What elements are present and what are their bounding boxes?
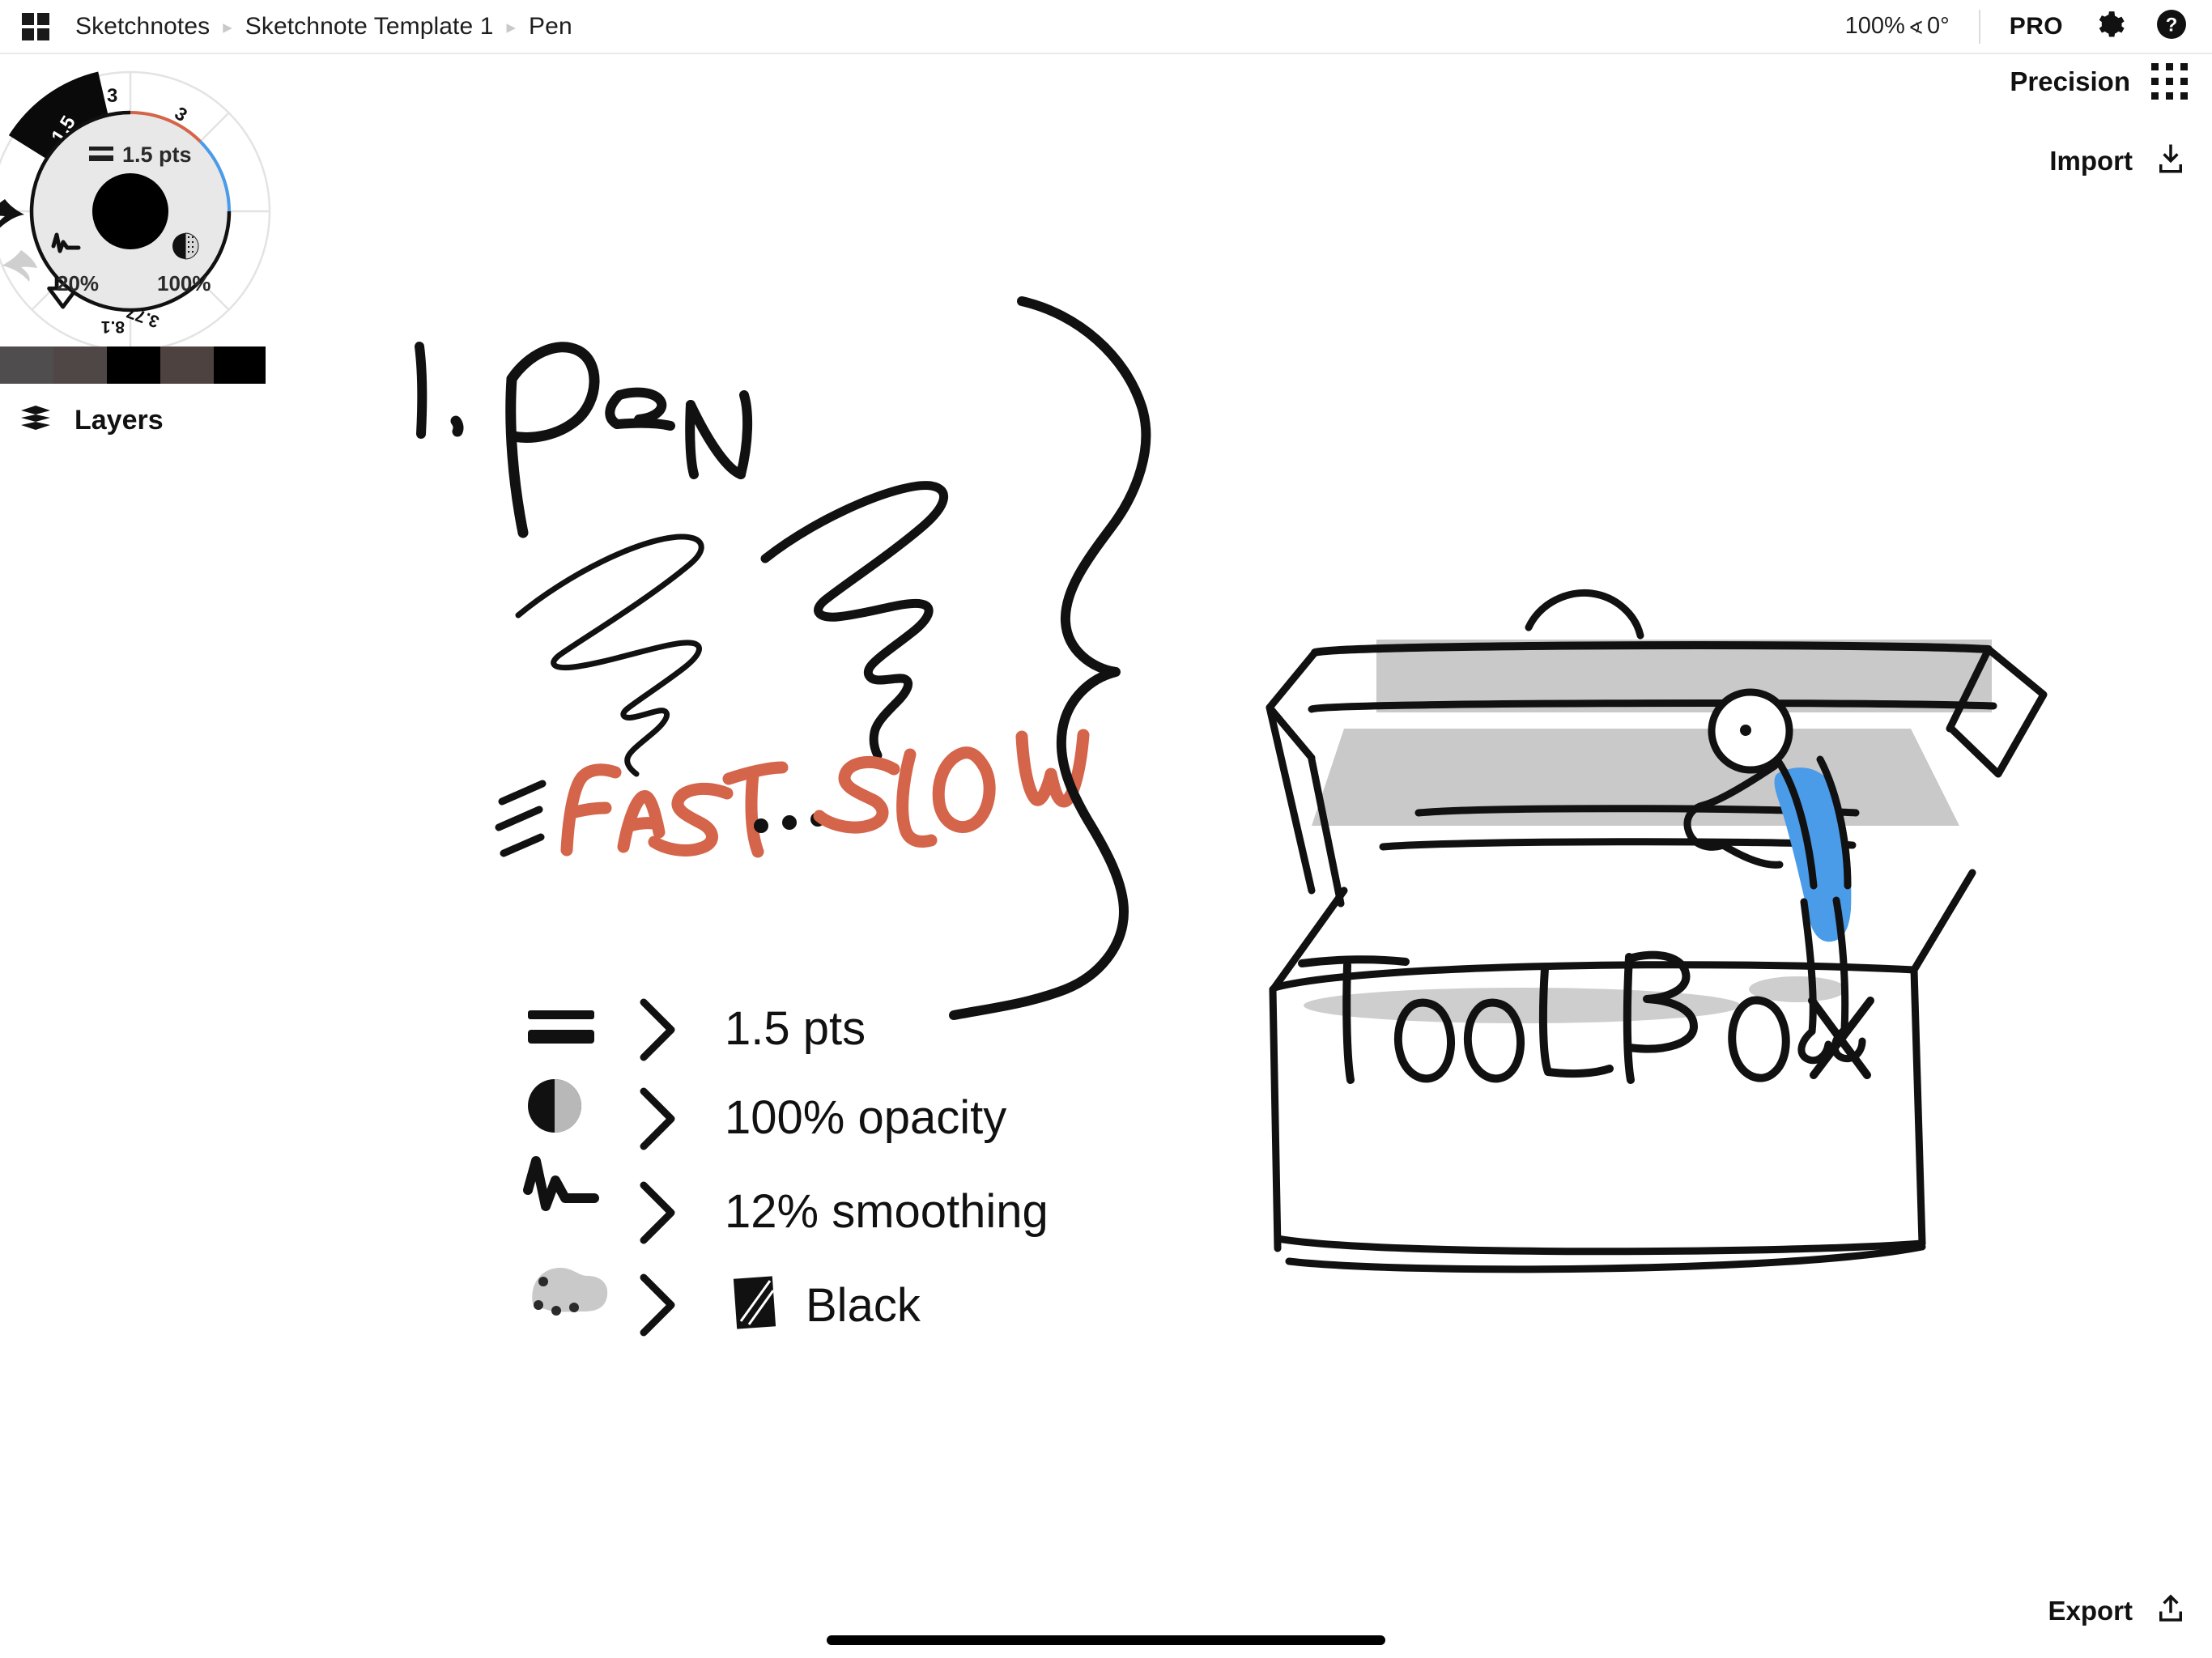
breadcrumb-separator-2: ▸ xyxy=(506,16,517,37)
speed-label-ellipsis xyxy=(754,812,825,833)
opacity-half-circle-icon xyxy=(528,1079,581,1133)
row-arrow-4 xyxy=(640,1273,675,1337)
import-button[interactable]: Import xyxy=(2049,142,2188,180)
speed-label-slow xyxy=(813,729,1090,848)
stick-figure xyxy=(1683,688,1866,1065)
palette-dots xyxy=(534,1277,579,1316)
app-root: Sketchnotes ▸ Sketchnote Template 1 ▸ Pe… xyxy=(0,0,2212,1658)
top-bar-right: 100% ∢ 0° PRO ? xyxy=(1845,8,2188,45)
breadcrumb-item-sketchnotes[interactable]: Sketchnotes xyxy=(75,13,210,40)
pro-badge[interactable]: PRO xyxy=(2010,13,2063,40)
rotation-value: 0° xyxy=(1927,13,1950,39)
layers-label: Layers xyxy=(74,405,164,436)
grid-apps-icon[interactable] xyxy=(22,12,49,40)
wheel-size-value: 1.5 pts xyxy=(122,142,192,167)
settings-row-2[interactable]: 100% opacity xyxy=(528,1079,1006,1150)
export-label: Export xyxy=(2048,1595,2133,1626)
zoom-indicator[interactable]: 100% ∢ 0° xyxy=(1845,13,1950,40)
row-arrow-2 xyxy=(640,1087,675,1150)
canvas-title xyxy=(415,342,753,538)
gear-icon[interactable] xyxy=(2095,9,2126,44)
figure-head xyxy=(1708,688,1793,774)
precision-label: Precision xyxy=(2010,66,2130,96)
settings-row-3[interactable]: 12% smoothing xyxy=(523,1156,1049,1244)
opacity-half-circle-icon xyxy=(172,232,199,260)
breadcrumb: Sketchnotes ▸ Sketchnote Template 1 ▸ Pe… xyxy=(75,13,572,40)
figure-shirt xyxy=(1774,767,1852,942)
breadcrumb-item-pen[interactable]: Pen xyxy=(529,13,572,40)
home-indicator-bar[interactable] xyxy=(827,1635,1385,1645)
swatch-3[interactable] xyxy=(107,346,160,384)
settings-value-4: Black xyxy=(806,1279,921,1332)
download-icon xyxy=(2154,142,2188,180)
curly-brace-right xyxy=(949,296,1151,1020)
settings-value-1: 1.5 pts xyxy=(725,1002,866,1055)
upload-icon xyxy=(2154,1592,2188,1630)
breadcrumb-item-template[interactable]: Sketchnote Template 1 xyxy=(245,13,494,40)
settings-row-4[interactable]: Black xyxy=(532,1268,921,1337)
settings-value-3: 12% smoothing xyxy=(725,1185,1049,1238)
settings-value-2: 100% opacity xyxy=(725,1091,1006,1144)
svg-text:?: ? xyxy=(2166,15,2178,36)
black-swatch-icon xyxy=(733,1276,776,1329)
toolbar-divider xyxy=(1978,9,1980,44)
row-arrow-3 xyxy=(640,1181,675,1244)
breadcrumb-separator-1: ▸ xyxy=(223,16,232,37)
figure-eye xyxy=(1740,725,1751,736)
smoothing-wave-icon xyxy=(523,1156,599,1211)
swatch-5[interactable] xyxy=(214,346,266,384)
angle-icon: ∢ xyxy=(1908,17,1925,38)
export-button[interactable]: Export xyxy=(2048,1592,2188,1630)
zoom-value: 100% xyxy=(1844,13,1905,39)
swatch-4[interactable] xyxy=(160,346,214,384)
dot-grid-icon xyxy=(2151,63,2188,100)
wheel-sector-pen-3-black-label: 3 xyxy=(107,85,117,107)
line-weight-icon xyxy=(528,1010,594,1044)
layers-button[interactable]: Layers xyxy=(19,405,164,436)
speed-tick-marks xyxy=(495,780,547,857)
swatch-2[interactable] xyxy=(53,346,107,384)
toolbox-label xyxy=(1298,950,1874,1084)
color-palette-icon xyxy=(532,1268,608,1312)
fast-stroke-sample xyxy=(515,534,704,777)
settings-row-1[interactable]: 1.5 pts xyxy=(528,998,866,1061)
toolbox-illustration xyxy=(1266,589,2048,1273)
wheel-sector-curve-label: 8.1 xyxy=(100,317,125,336)
wheel-smoothing-value: 20% xyxy=(57,271,99,295)
swatch-1[interactable] xyxy=(0,346,53,384)
canvas-drawing: 1.5 pts 100% opacity 12% smoothing Black xyxy=(415,296,2048,1337)
precision-control[interactable]: Precision xyxy=(2010,63,2188,100)
radial-tool-wheel[interactable]: 1.5 3 3 3.77 8.1 1.5 pts 20% 100% xyxy=(0,53,288,369)
wheel-center-color[interactable] xyxy=(92,173,168,249)
wheel-opacity-value: 100% xyxy=(157,271,211,295)
top-bar: Sketchnotes ▸ Sketchnote Template 1 ▸ Pe… xyxy=(0,0,2212,54)
row-arrow-1 xyxy=(640,998,675,1061)
layers-stack-icon xyxy=(19,405,52,436)
speed-label-fast xyxy=(560,761,789,858)
line-weight-icon xyxy=(89,147,113,151)
color-swatch-bar[interactable] xyxy=(0,346,266,384)
import-label: Import xyxy=(2049,145,2133,176)
slow-stroke-sample xyxy=(760,481,948,760)
help-circle-icon[interactable]: ? xyxy=(2155,8,2188,45)
